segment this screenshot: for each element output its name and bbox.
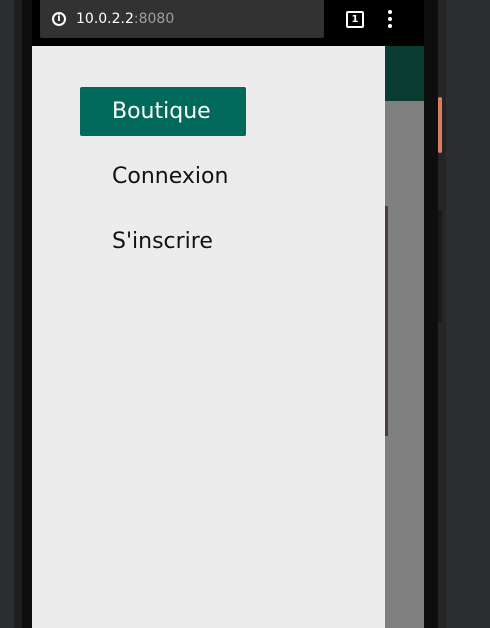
navigation-drawer: Boutique Connexion S'inscrire [32, 46, 385, 628]
phone-bezel-inner-left [22, 0, 32, 628]
nav-list: Boutique Connexion S'inscrire [80, 87, 246, 282]
nav-item-sinscrire[interactable]: S'inscrire [80, 217, 246, 266]
phone-screen: i 10.0.2.2:8080 1 Boutique Connexion S'i… [32, 0, 424, 628]
tab-switcher-icon[interactable]: 1 [346, 11, 364, 28]
browser-toolbar: i 10.0.2.2:8080 1 [32, 0, 424, 46]
info-icon[interactable]: i [52, 12, 66, 26]
url-port: :8080 [133, 11, 175, 27]
emulator-frame: i 10.0.2.2:8080 1 Boutique Connexion S'i… [0, 0, 490, 628]
phone-bezel-right [424, 0, 438, 628]
phone-bezel-left [14, 0, 22, 628]
nav-item-connexion[interactable]: Connexion [80, 152, 246, 201]
nav-item-boutique[interactable]: Boutique [80, 87, 246, 136]
address-bar[interactable]: i 10.0.2.2:8080 [40, 0, 324, 38]
url-host: 10.0.2.2 [76, 11, 134, 27]
volume-button[interactable] [438, 210, 442, 322]
power-button[interactable] [438, 97, 442, 153]
more-vert-icon[interactable] [388, 10, 392, 30]
